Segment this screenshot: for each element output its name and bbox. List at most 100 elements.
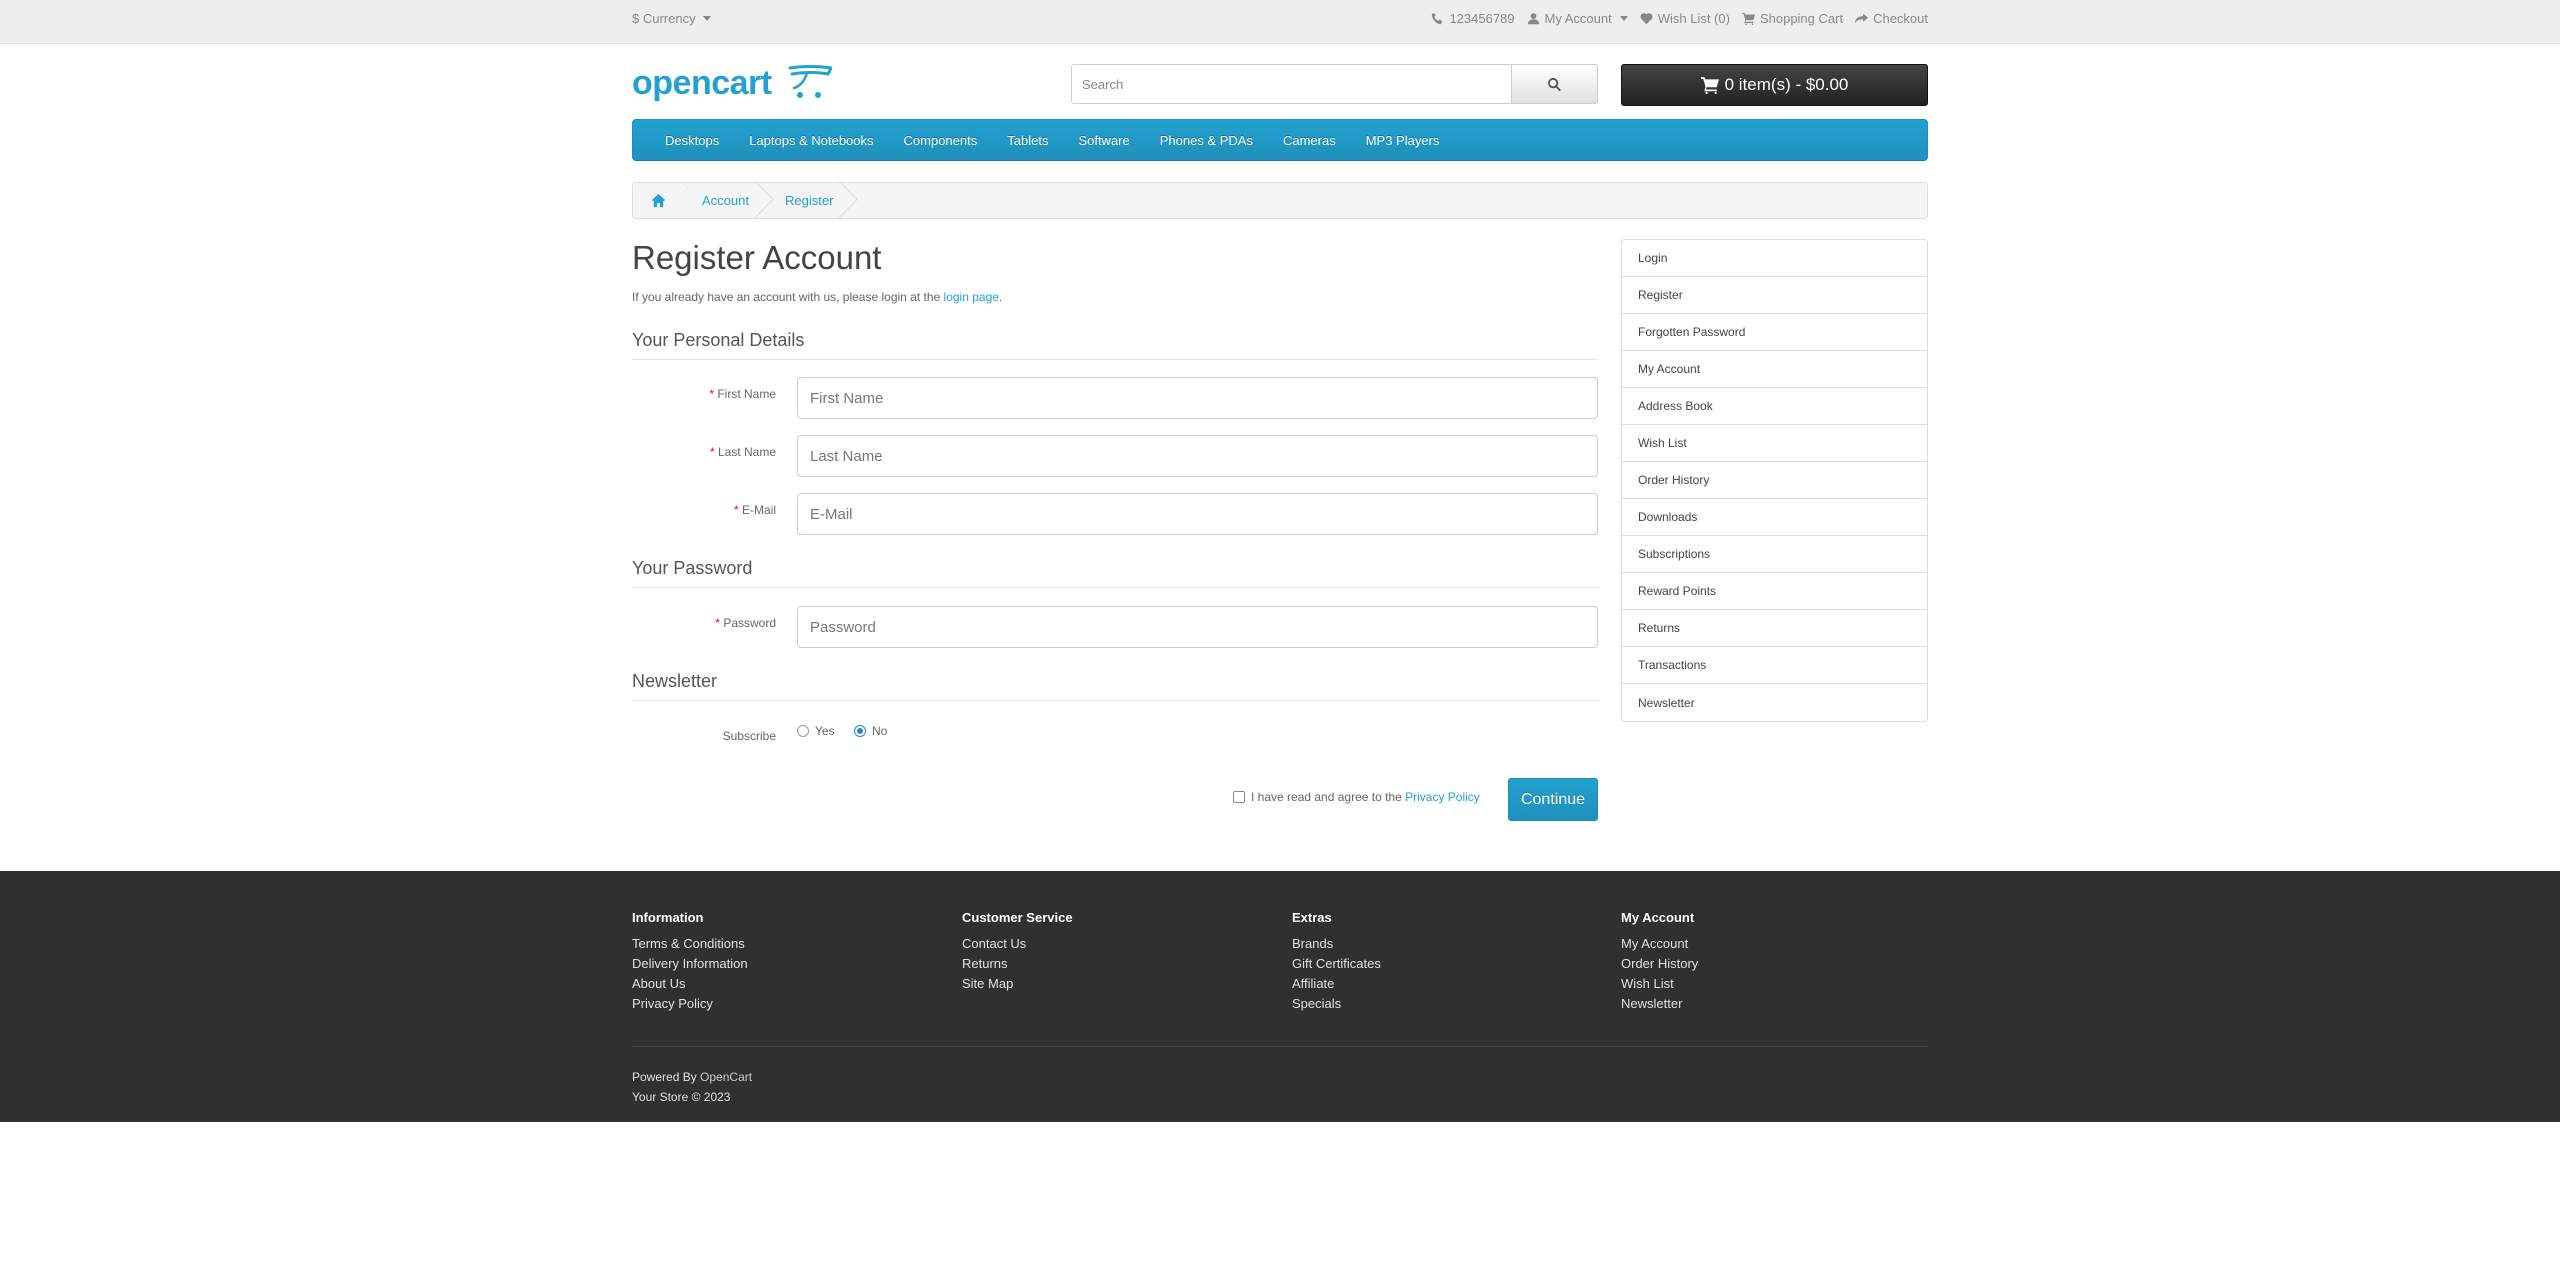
required-mark: * bbox=[733, 503, 739, 517]
email-label-text: E-Mail bbox=[741, 503, 776, 517]
login-page-link[interactable]: login page bbox=[944, 290, 999, 304]
account-sidebar: Login Register Forgotten Password My Acc… bbox=[1621, 239, 1928, 722]
newsletter-legend: Newsletter bbox=[632, 671, 1598, 701]
breadcrumb-register[interactable]: Register bbox=[775, 181, 859, 218]
cart-button[interactable]: 0 item(s) - $0.00 bbox=[1621, 64, 1928, 106]
breadcrumb-account-label: Account bbox=[702, 193, 749, 208]
sidebar-item-wish-list[interactable]: Wish List bbox=[1622, 425, 1927, 462]
privacy-agree: I have read and agree to the Privacy Pol… bbox=[1233, 790, 1480, 804]
footer-link-terms[interactable]: Terms & Conditions bbox=[632, 936, 748, 956]
first-name-row: * First Name bbox=[632, 377, 1598, 419]
sidebar-item-reward-points[interactable]: Reward Points bbox=[1622, 573, 1927, 610]
password-label-text: Password bbox=[723, 616, 776, 630]
currency-dropdown[interactable]: $ Currency bbox=[632, 11, 711, 26]
footer-divider bbox=[632, 1046, 1928, 1047]
breadcrumb-separator bbox=[839, 181, 859, 218]
top-bar: $ Currency 123456789 My Account Wish Lis… bbox=[0, 0, 2560, 44]
sidebar-item-my-account[interactable]: My Account bbox=[1622, 351, 1927, 388]
sidebar-item-transactions[interactable]: Transactions bbox=[1622, 647, 1927, 684]
page-title: Register Account bbox=[632, 239, 882, 276]
share-icon bbox=[1855, 13, 1869, 24]
subscribe-row: Subscribe Yes No bbox=[632, 722, 1598, 752]
sidebar-item-subscriptions[interactable]: Subscriptions bbox=[1622, 536, 1927, 573]
search-button[interactable] bbox=[1512, 64, 1598, 104]
menu-item-software[interactable]: Software bbox=[1063, 133, 1144, 148]
footer-heading: My Account bbox=[1621, 910, 1695, 925]
sidebar-item-login[interactable]: Login bbox=[1622, 240, 1927, 277]
password-input[interactable] bbox=[797, 606, 1598, 648]
footer-link-affiliate[interactable]: Affiliate bbox=[1292, 976, 1381, 996]
breadcrumb-account[interactable]: Account bbox=[692, 181, 775, 218]
footer-column-customer-service: Customer Service Contact Us Returns Site… bbox=[962, 910, 1073, 996]
continue-button[interactable]: Continue bbox=[1508, 778, 1598, 821]
shopping-cart-link[interactable]: Shopping Cart bbox=[1741, 11, 1844, 26]
checkout-link[interactable]: Checkout bbox=[1855, 11, 1928, 26]
wish-list-label: Wish List (0) bbox=[1657, 11, 1730, 26]
menu-item-components[interactable]: Components bbox=[889, 133, 993, 148]
footer-link-privacy[interactable]: Privacy Policy bbox=[632, 996, 748, 1016]
main-menu: Desktops Laptops & Notebooks Components … bbox=[632, 119, 1928, 161]
subscribe-no-radio[interactable]: No bbox=[854, 724, 887, 738]
menu-item-phones-pdas[interactable]: Phones & PDAs bbox=[1145, 133, 1268, 148]
footer-link-delivery[interactable]: Delivery Information bbox=[632, 956, 748, 976]
footer-link-brands[interactable]: Brands bbox=[1292, 936, 1381, 956]
shopping-cart-label: Shopping Cart bbox=[1759, 11, 1844, 26]
currency-label: $ Currency bbox=[632, 11, 696, 26]
intro-text: If you already have an account with us, … bbox=[632, 290, 1002, 304]
sidebar-item-returns[interactable]: Returns bbox=[1622, 610, 1927, 647]
top-links: 123456789 My Account Wish List (0) Shopp… bbox=[1431, 11, 1928, 26]
menu-item-laptops-notebooks[interactable]: Laptops & Notebooks bbox=[734, 133, 888, 148]
email-input[interactable] bbox=[797, 493, 1598, 535]
footer-heading: Information bbox=[632, 910, 704, 925]
footer-link-wish-list[interactable]: Wish List bbox=[1621, 976, 1698, 996]
footer-link-gift-certificates[interactable]: Gift Certificates bbox=[1292, 956, 1381, 976]
intro-suffix: . bbox=[998, 290, 1003, 304]
sidebar-item-order-history[interactable]: Order History bbox=[1622, 462, 1927, 499]
required-mark: * bbox=[715, 616, 720, 630]
agree-text: I have read and agree to the bbox=[1251, 790, 1406, 804]
footer-link-contact[interactable]: Contact Us bbox=[962, 936, 1073, 956]
subscribe-yes-radio[interactable]: Yes bbox=[797, 724, 835, 738]
wish-list-link[interactable]: Wish List (0) bbox=[1640, 11, 1730, 26]
menu-item-mp3-players[interactable]: MP3 Players bbox=[1351, 133, 1455, 148]
footer-column-information: Information Terms & Conditions Delivery … bbox=[632, 910, 748, 1016]
my-account-dropdown[interactable]: My Account bbox=[1527, 11, 1628, 26]
footer-link-order-history[interactable]: Order History bbox=[1621, 956, 1698, 976]
last-name-input[interactable] bbox=[797, 435, 1598, 477]
search-input[interactable] bbox=[1071, 64, 1512, 104]
breadcrumb-home[interactable] bbox=[651, 181, 692, 208]
footer-link-newsletter[interactable]: Newsletter bbox=[1621, 996, 1698, 1016]
email-row: * E-Mail bbox=[632, 493, 1598, 535]
sidebar-item-forgotten-password[interactable]: Forgotten Password bbox=[1622, 314, 1927, 351]
menu-item-cameras[interactable]: Cameras bbox=[1268, 133, 1351, 148]
cart-icon bbox=[1741, 12, 1755, 25]
search-bar bbox=[1071, 64, 1598, 104]
sidebar-item-address-book[interactable]: Address Book bbox=[1622, 388, 1927, 425]
footer-link-returns[interactable]: Returns bbox=[962, 956, 1073, 976]
opencart-logo[interactable]: opencart bbox=[632, 62, 834, 104]
sidebar-item-downloads[interactable]: Downloads bbox=[1622, 499, 1927, 536]
subscribe-yes-label: Yes bbox=[815, 724, 835, 738]
cart-total: 0 item(s) - $0.00 bbox=[1724, 75, 1849, 94]
intro-prefix: If you already have an account with us, … bbox=[632, 290, 944, 304]
breadcrumb: Account Register bbox=[632, 181, 1928, 219]
sidebar-item-newsletter[interactable]: Newsletter bbox=[1622, 684, 1927, 721]
phone-link[interactable]: 123456789 bbox=[1431, 11, 1515, 26]
last-name-row: * Last Name bbox=[632, 435, 1598, 477]
footer: Information Terms & Conditions Delivery … bbox=[0, 871, 2560, 1122]
menu-item-desktops[interactable]: Desktops bbox=[665, 133, 734, 148]
agree-checkbox[interactable] bbox=[1233, 791, 1245, 803]
required-mark: * bbox=[709, 445, 715, 459]
opencart-link[interactable]: OpenCart bbox=[700, 1070, 752, 1084]
chevron-down-icon bbox=[702, 16, 711, 21]
first-name-input[interactable] bbox=[797, 377, 1598, 419]
privacy-policy-link[interactable]: Privacy Policy bbox=[1405, 790, 1480, 804]
breadcrumb-register-label: Register bbox=[784, 193, 834, 208]
menu-item-tablets[interactable]: Tablets bbox=[992, 133, 1063, 148]
footer-link-sitemap[interactable]: Site Map bbox=[962, 976, 1073, 996]
footer-link-about[interactable]: About Us bbox=[632, 976, 748, 996]
footer-link-specials[interactable]: Specials bbox=[1292, 996, 1381, 1016]
footer-link-my-account[interactable]: My Account bbox=[1621, 936, 1698, 956]
sidebar-item-register[interactable]: Register bbox=[1622, 277, 1927, 314]
first-name-label-text: First Name bbox=[717, 387, 776, 401]
